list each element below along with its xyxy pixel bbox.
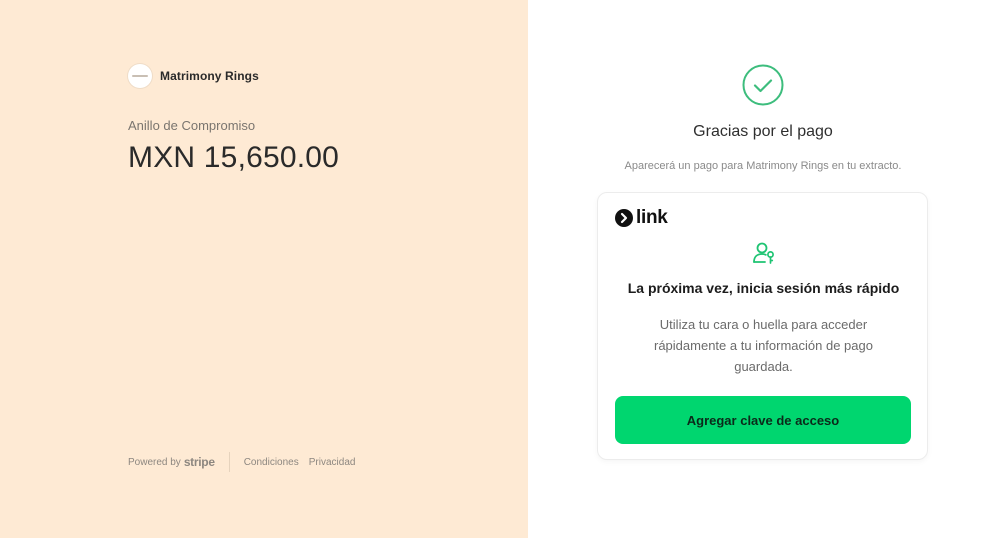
link-card-heading: La próxima vez, inicia sesión más rápido [627,280,900,296]
footer-divider [228,452,230,472]
merchant-logo-mark [132,75,148,77]
thanks-title: Gracias por el pago [693,123,833,140]
link-wordmark: link [636,207,668,228]
footer: Powered by stripe Condiciones Privacidad [128,452,365,472]
total-amount: MXN 15,650.00 [128,141,340,174]
link-brand: link [615,207,668,228]
terms-link[interactable]: Condiciones [244,457,299,468]
link-passkey-card: link La próxima vez, inicia sesión más r… [597,192,928,460]
order-summary-panel: Matrimony Rings Anillo de Compromiso MXN… [0,0,528,538]
user-key-icon [753,242,774,264]
check-circle-icon [742,64,784,106]
statement-note: Aparecerá un pago para Matrimony Rings e… [624,160,902,172]
stripe-logo: stripe [183,455,215,469]
powered-by-label: Powered by [128,456,181,468]
link-card-description: Utiliza tu cara o huella para acceder rá… [654,317,873,374]
powered-by-stripe[interactable]: Powered by stripe [128,455,215,469]
merchant-header: Matrimony Rings [128,64,259,88]
product-name: Anillo de Compromiso [128,118,256,133]
link-arrow-icon [615,209,633,227]
merchant-name: Matrimony Rings [160,69,259,83]
add-passkey-button[interactable]: Agregar clave de acceso [615,396,911,444]
merchant-logo [128,64,152,88]
checkout-page: Matrimony Rings Anillo de Compromiso MXN… [0,0,1000,538]
privacy-link[interactable]: Privacidad [309,457,356,468]
